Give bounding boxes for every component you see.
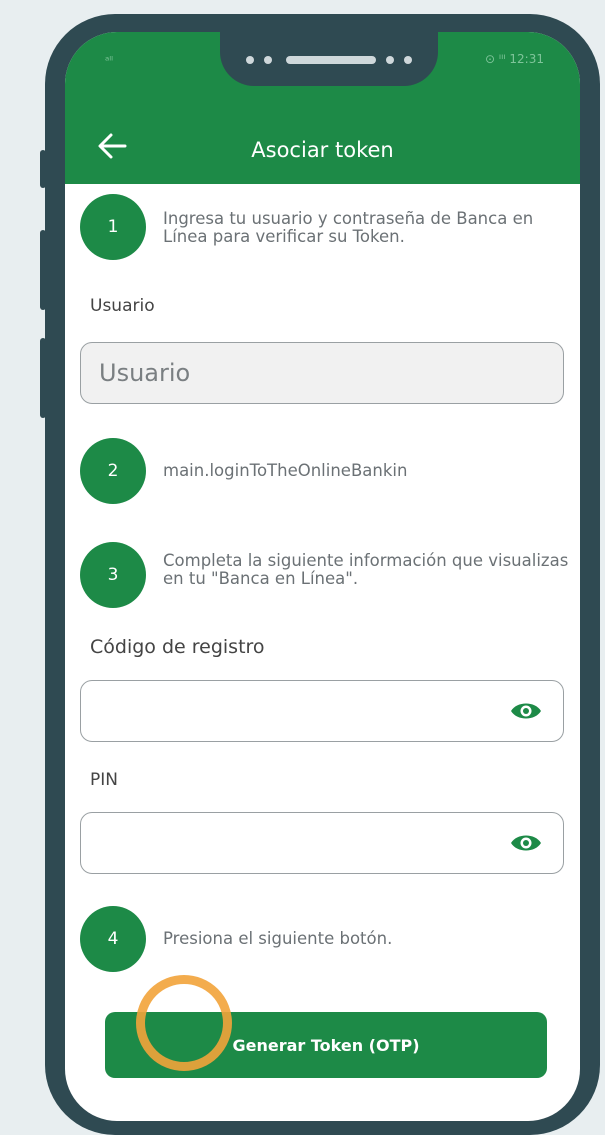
usuario-input-box (80, 342, 564, 404)
phone-frame: ᵃˡˡ ⊙ ᴵᴵᴵ 12:31 Asociar token 1 Ingresa … (45, 14, 600, 1135)
phone-notch (220, 32, 438, 86)
codigo-registro-field (80, 680, 564, 742)
step-3-badge: 3 (80, 542, 146, 608)
eye-icon[interactable] (509, 699, 543, 723)
step-2-badge: 2 (80, 438, 146, 504)
eye-icon[interactable] (509, 831, 543, 855)
time-status: ⊙ ᴵᴵᴵ 12:31 (485, 52, 544, 66)
step-4-text: Presiona el siguiente botón. (163, 929, 393, 948)
pin-input[interactable] (81, 813, 497, 873)
step-4-badge: 4 (80, 906, 146, 972)
step-1-text: Ingresa tu usuario y contraseña de Banca… (163, 209, 534, 246)
app-bar: ᵃˡˡ ⊙ ᴵᴵᴵ 12:31 Asociar token (65, 32, 580, 184)
pin-label: PIN (90, 770, 118, 790)
codigo-registro-input[interactable] (81, 681, 497, 741)
signal-status: ᵃˡˡ (105, 54, 113, 67)
step-1-badge: 1 (80, 194, 146, 260)
usuario-input[interactable] (81, 343, 497, 403)
page-title: Asociar token (251, 138, 394, 162)
step-2-text: main.loginToTheOnlineBankin (163, 461, 408, 480)
codigo-registro-label: Código de registro (90, 636, 265, 658)
tap-highlight-ring (136, 975, 232, 1071)
usuario-label: Usuario (90, 296, 155, 316)
step-3-text: Completa la siguiente información que vi… (163, 551, 569, 588)
pin-field (80, 812, 564, 874)
phone-screen: ᵃˡˡ ⊙ ᴵᴵᴵ 12:31 Asociar token 1 Ingresa … (65, 32, 580, 1121)
